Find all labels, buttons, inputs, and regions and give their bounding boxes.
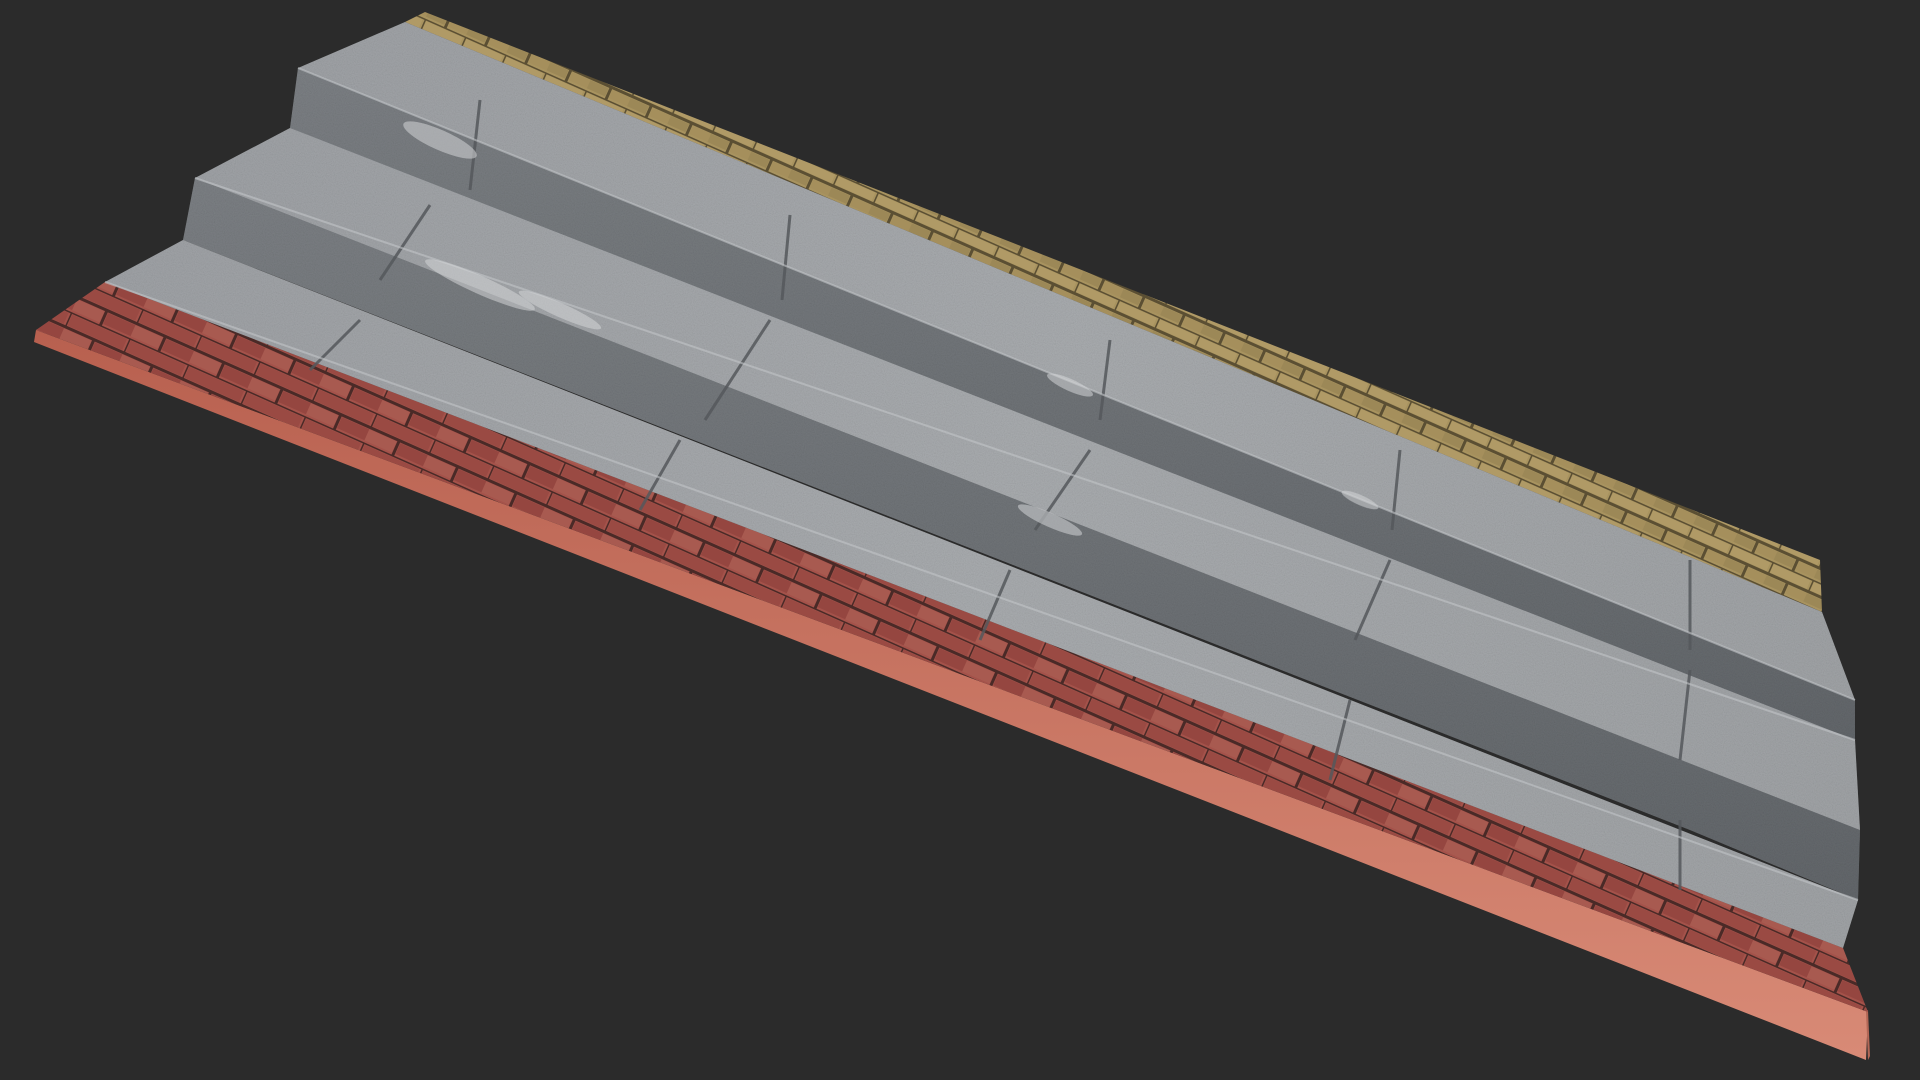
stairs-model-render (34, 12, 1870, 1060)
3d-viewport[interactable] (0, 0, 1920, 1080)
